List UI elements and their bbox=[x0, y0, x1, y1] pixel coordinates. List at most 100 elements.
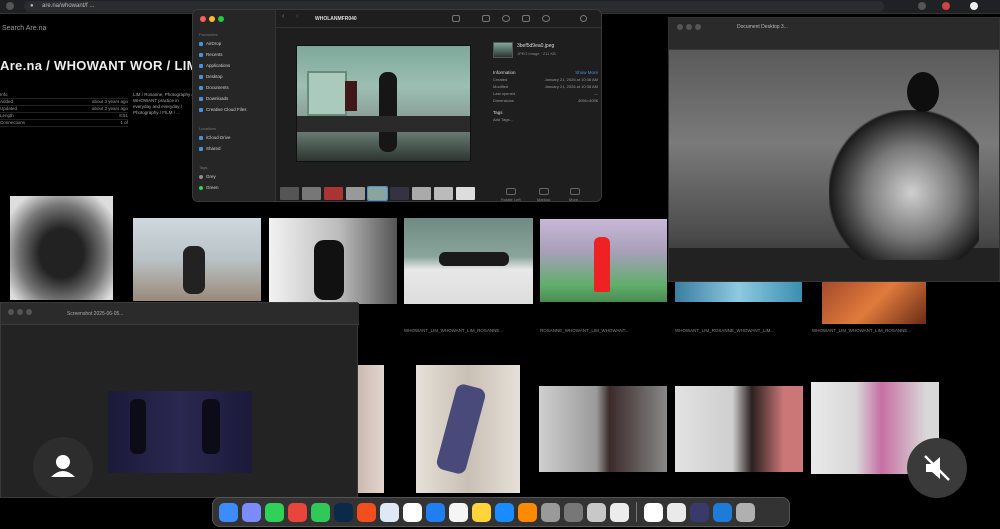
search-field[interactable]: Search Are.na bbox=[2, 25, 46, 32]
finder-window: Favourites AirDrop Recents Applications … bbox=[192, 9, 602, 202]
file-preview-image[interactable] bbox=[296, 45, 471, 162]
stickies-icon[interactable] bbox=[472, 502, 491, 522]
sidebar-item-creative-cloud[interactable]: Creative Cloud Files bbox=[199, 107, 247, 112]
grid-image[interactable] bbox=[416, 365, 520, 493]
tag-icon[interactable] bbox=[522, 15, 530, 22]
close-icon[interactable] bbox=[677, 24, 683, 30]
markup-button[interactable]: Markup bbox=[537, 188, 550, 201]
sidebar-item-shared[interactable]: Shared bbox=[199, 146, 221, 151]
messages-icon[interactable] bbox=[265, 502, 284, 522]
filmstrip-thumb[interactable] bbox=[346, 186, 365, 200]
more-button[interactable]: More... bbox=[569, 188, 581, 201]
zoom-icon[interactable] bbox=[695, 24, 701, 30]
grid-image[interactable] bbox=[358, 365, 384, 493]
filmstrip-thumb[interactable] bbox=[434, 186, 453, 200]
sidebar-item-airdrop[interactable]: AirDrop bbox=[199, 41, 221, 46]
video-frame[interactable] bbox=[108, 391, 252, 473]
grid-image[interactable] bbox=[822, 282, 926, 324]
filmstrip-thumb[interactable] bbox=[280, 186, 299, 200]
tag-green[interactable]: Green bbox=[199, 185, 219, 190]
sidebar-item-applications[interactable]: Applications bbox=[199, 63, 230, 68]
file-icon bbox=[493, 42, 513, 58]
settings-icon[interactable] bbox=[541, 502, 560, 522]
rotate-left-button[interactable]: Rotate Left bbox=[501, 188, 521, 201]
sidebar-item-recents[interactable]: Recents bbox=[199, 52, 223, 57]
grid-image[interactable] bbox=[540, 219, 667, 302]
page-title: Are.na / WHOWANT WOR / LIM bbox=[0, 58, 198, 73]
extension-icon[interactable] bbox=[918, 2, 926, 10]
minimize-icon[interactable] bbox=[17, 309, 23, 315]
grid-image[interactable] bbox=[269, 218, 397, 304]
minimize-icon[interactable] bbox=[686, 24, 692, 30]
markup-icon bbox=[538, 188, 549, 195]
show-more-link[interactable]: Show More bbox=[575, 70, 598, 77]
zoom-icon[interactable] bbox=[26, 309, 32, 315]
figma-icon[interactable] bbox=[357, 502, 376, 522]
notes-icon[interactable] bbox=[449, 502, 468, 522]
doc-thumb-icon[interactable] bbox=[667, 502, 686, 522]
grid-image[interactable] bbox=[675, 386, 803, 472]
launchpad-icon[interactable] bbox=[242, 502, 261, 522]
sidebar-section-title: Tags bbox=[199, 165, 208, 170]
facetime-icon[interactable] bbox=[311, 502, 330, 522]
meta-row: Info bbox=[0, 92, 128, 99]
preview-titlebar: Document Desktop 3... bbox=[669, 18, 999, 50]
back-icon[interactable]: ‹ bbox=[282, 13, 290, 20]
forward-icon[interactable]: › bbox=[296, 13, 304, 20]
filmstrip-thumb[interactable] bbox=[412, 186, 431, 200]
profile-icon[interactable] bbox=[970, 2, 978, 10]
tag-grey[interactable]: Grey bbox=[199, 174, 216, 179]
filmstrip-thumb[interactable] bbox=[324, 186, 343, 200]
grid-image[interactable] bbox=[404, 218, 533, 304]
back-icon[interactable] bbox=[6, 2, 14, 10]
preview-icon[interactable] bbox=[587, 502, 606, 522]
add-tags-field[interactable]: Add Tags... bbox=[493, 117, 598, 124]
share-icon[interactable] bbox=[502, 15, 510, 22]
person-icon[interactable] bbox=[33, 437, 93, 497]
close-icon[interactable] bbox=[200, 16, 206, 22]
meta-row: Updated about 3 years ago bbox=[0, 106, 128, 113]
sidebar-item-downloads[interactable]: Downloads bbox=[199, 96, 228, 101]
extension-icon[interactable] bbox=[942, 2, 950, 10]
preview-image[interactable] bbox=[669, 50, 999, 281]
safari-icon[interactable] bbox=[380, 502, 399, 522]
sidebar-item-documents[interactable]: Documents bbox=[199, 85, 229, 90]
calendar-icon[interactable] bbox=[403, 502, 422, 522]
filmstrip-thumb[interactable] bbox=[367, 185, 388, 201]
vlc-icon[interactable] bbox=[518, 502, 537, 522]
airdrop-icon bbox=[199, 41, 203, 46]
zoom-icon[interactable] bbox=[218, 16, 224, 22]
more-icon[interactable] bbox=[542, 15, 550, 22]
grid-image[interactable] bbox=[539, 386, 667, 472]
filmstrip-thumb[interactable] bbox=[456, 186, 475, 200]
minimize-icon[interactable] bbox=[209, 16, 215, 22]
preview-title: Document Desktop 3... bbox=[737, 24, 788, 30]
lock-icon: ● bbox=[30, 3, 34, 9]
search-icon[interactable] bbox=[580, 15, 587, 22]
folder-icon[interactable] bbox=[713, 502, 732, 522]
image-thumb-icon[interactable] bbox=[690, 502, 709, 522]
mail-icon[interactable] bbox=[426, 502, 445, 522]
view-toggle-icon[interactable] bbox=[452, 15, 460, 22]
desktop-icon bbox=[199, 74, 203, 79]
trash-icon[interactable] bbox=[736, 502, 755, 522]
finder-icon[interactable] bbox=[219, 502, 238, 522]
speaker-muted-icon[interactable] bbox=[907, 438, 967, 498]
grid-image[interactable] bbox=[133, 218, 261, 301]
screenshot-thumb-icon[interactable] bbox=[644, 502, 663, 522]
clock-icon bbox=[199, 52, 203, 57]
sidebar-item-icloud[interactable]: iCloud Drive bbox=[199, 135, 231, 140]
group-icon[interactable] bbox=[482, 15, 490, 22]
sidebar-item-desktop[interactable]: Desktop bbox=[199, 74, 223, 79]
grid-image[interactable] bbox=[10, 196, 113, 300]
file-kind: JPEG image · 211 KB bbox=[517, 51, 556, 56]
close-icon[interactable] bbox=[8, 309, 14, 315]
chrome-icon[interactable] bbox=[288, 502, 307, 522]
filmstrip-thumb[interactable] bbox=[390, 186, 409, 200]
photoshop-icon[interactable] bbox=[334, 502, 353, 522]
textedit-icon[interactable] bbox=[610, 502, 629, 522]
appstore-icon[interactable] bbox=[495, 502, 514, 522]
grid-image[interactable] bbox=[675, 282, 802, 302]
utility-icon[interactable] bbox=[564, 502, 583, 522]
filmstrip-thumb[interactable] bbox=[302, 186, 321, 200]
